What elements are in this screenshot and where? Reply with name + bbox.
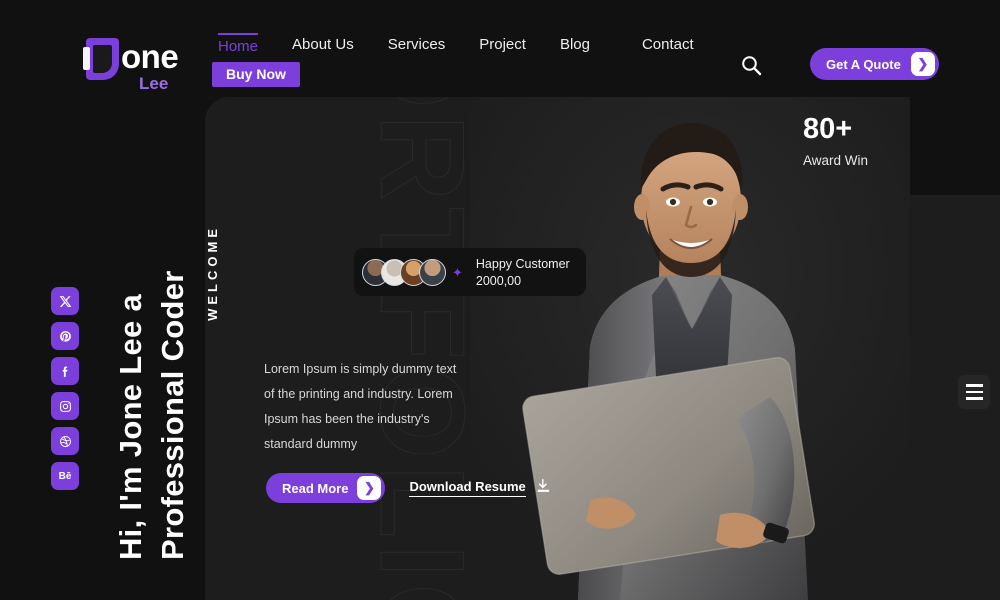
quote-button-label: Get A Quote — [826, 56, 901, 72]
award-label: Award Win — [803, 153, 869, 168]
page-title: Hi, I'm Jone Lee a Professional Coder — [113, 270, 190, 560]
logo-name-main: one — [121, 38, 179, 75]
nav-item-project[interactable]: Project — [479, 36, 526, 53]
instagram-icon[interactable] — [51, 392, 79, 420]
happy-customer-card: ✦ Happy Customer 2000,00 — [354, 248, 586, 296]
pinterest-icon[interactable] — [51, 322, 79, 350]
read-more-button[interactable]: Read More ❯ — [266, 473, 386, 503]
brand-logo[interactable]: one Lee — [80, 38, 179, 93]
portfolio-watermark: PORTFOLIO — [354, 97, 489, 600]
happy-customer-value: 2000,00 — [475, 273, 522, 288]
social-links-rail: Bē — [51, 287, 79, 490]
hero-description: Lorem Ipsum is simply dummy text of the … — [264, 362, 457, 451]
search-icon[interactable] — [740, 54, 762, 76]
chevron-right-icon: ❯ — [910, 52, 935, 76]
buy-now-button[interactable]: Buy Now — [212, 62, 300, 87]
nav-item-home[interactable]: Home — [218, 33, 258, 55]
logo-name-sub: Lee — [139, 74, 169, 93]
dribbble-icon[interactable] — [51, 427, 79, 455]
main-navigation: Home About Us Services Project Blog Cont… — [218, 33, 694, 56]
chevron-right-icon: ❯ — [357, 476, 382, 500]
behance-icon[interactable]: Bē — [51, 462, 79, 490]
happy-customer-title: Happy Customer — [475, 256, 570, 271]
lj-monogram-icon — [80, 38, 120, 80]
site-header: one Lee Home About Us Services Project B… — [0, 0, 1000, 95]
welcome-label: WELCOME — [205, 225, 220, 321]
read-more-label: Read More — [282, 480, 349, 496]
x-twitter-icon[interactable] — [51, 287, 79, 315]
download-resume-label: Download Resume — [409, 479, 526, 497]
avatar-group: ✦ — [362, 258, 463, 286]
avatar — [419, 258, 446, 286]
award-stat: 80+ Award Win — [803, 113, 869, 169]
page-root: PORTFOLIO one Lee Home About Us Services… — [0, 0, 1000, 600]
nav-item-blog[interactable]: Blog — [560, 36, 590, 53]
download-icon — [535, 477, 552, 499]
hero-cta-row: Read More ❯ Download Resume — [266, 473, 552, 503]
facebook-icon[interactable] — [51, 357, 79, 385]
nav-item-contact[interactable]: Contact — [642, 36, 694, 53]
sparkle-plus-icon: ✦ — [452, 264, 463, 280]
hero-card-step — [770, 195, 1000, 235]
hamburger-menu-icon[interactable] — [958, 375, 990, 409]
nav-item-about-us[interactable]: About Us — [292, 36, 354, 53]
get-a-quote-button[interactable]: Get A Quote ❯ — [810, 48, 939, 80]
download-resume-link[interactable]: Download Resume — [409, 477, 551, 499]
award-value: 80+ — [803, 113, 853, 145]
nav-item-services[interactable]: Services — [388, 36, 446, 53]
